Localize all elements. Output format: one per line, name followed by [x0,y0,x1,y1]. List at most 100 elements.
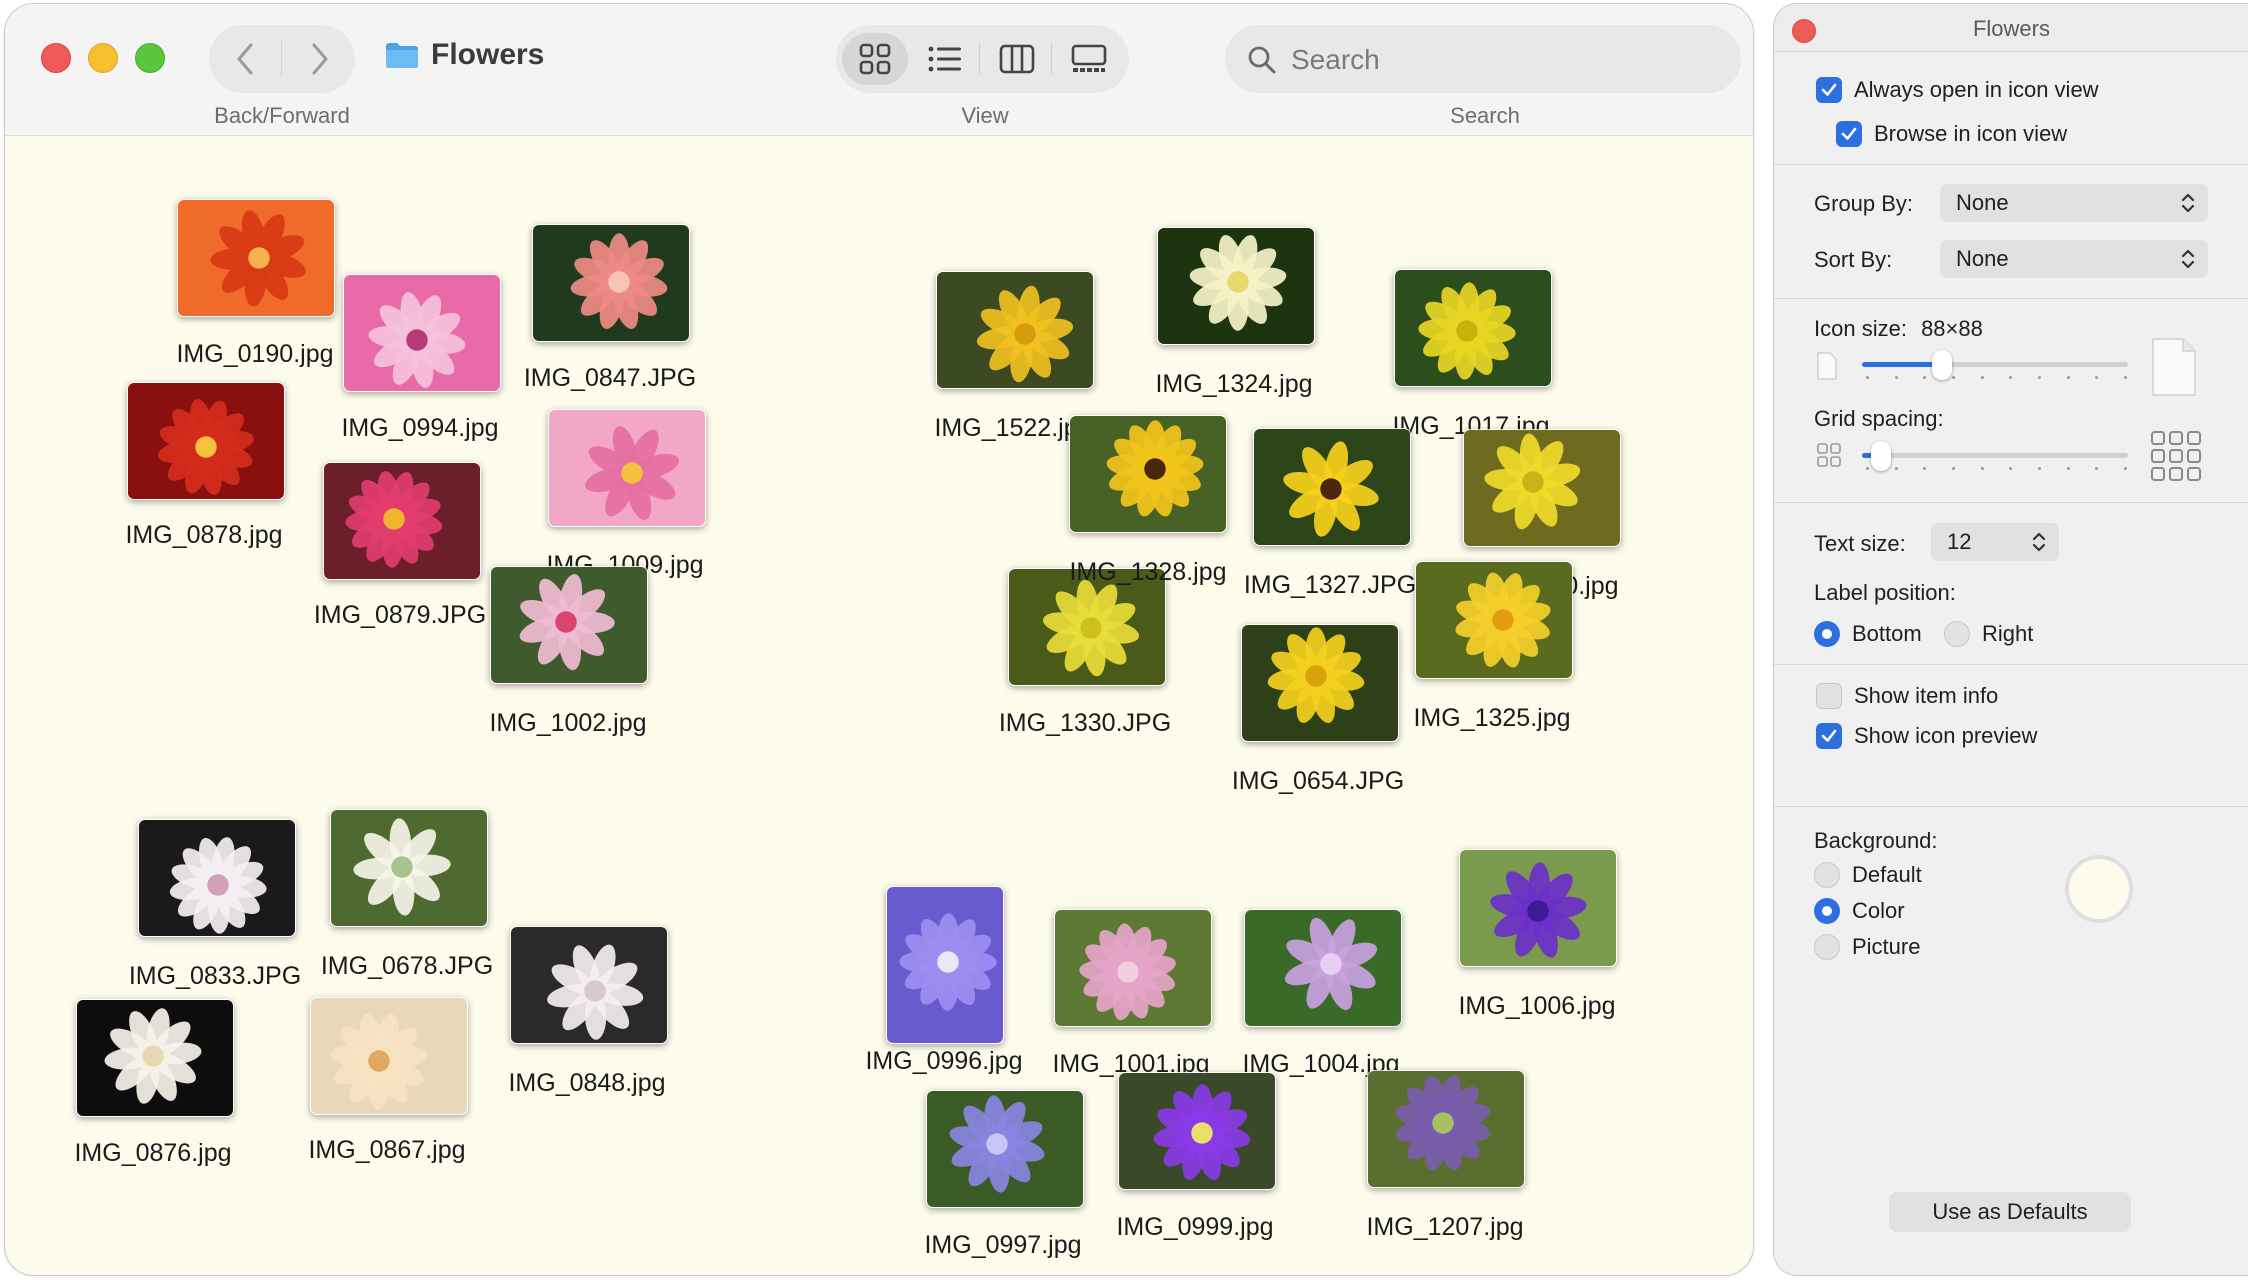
sort-by-popup[interactable]: None [1940,240,2208,278]
file-thumbnail[interactable] [1253,428,1411,546]
file-thumbnail[interactable] [532,224,690,342]
file-name-label[interactable]: IMG_0190.jpg [176,340,333,369]
file-thumbnail[interactable] [330,809,488,927]
file-thumbnail[interactable] [886,886,1004,1044]
file-thumbnail[interactable] [510,926,668,1044]
sort-by-label: Sort By: [1814,247,1893,272]
browse-in-checkbox[interactable]: Browse in icon view [1836,121,2067,147]
slider-tick [1923,376,1927,379]
file-name-label[interactable]: IMG_0999.jpg [1116,1213,1273,1242]
photo-preview-image [927,1091,1083,1207]
file-name-label[interactable]: IMG_1330.JPG [999,709,1171,738]
list-view-button[interactable] [912,33,978,85]
file-name-label[interactable]: IMG_1327.JPG [1244,571,1416,600]
slider-knob[interactable] [1870,441,1891,471]
file-thumbnail[interactable] [1241,624,1399,742]
file-name-label[interactable]: IMG_0867.jpg [308,1136,465,1165]
file-name-label[interactable]: IMG_0997.jpg [924,1231,1081,1260]
slider-fill [1862,362,1942,367]
file-thumbnail[interactable] [1069,415,1227,533]
file-thumbnail[interactable] [1054,909,1212,1027]
file-thumbnail[interactable] [343,274,501,392]
background-color-well[interactable] [2065,855,2133,923]
photo-preview-image [1460,850,1616,966]
minimize-window-button[interactable] [88,43,118,73]
label-position-bottom-text: Bottom [1852,621,1922,646]
file-name-label[interactable]: IMG_0847.JPG [524,364,696,393]
file-name-label[interactable]: IMG_0848.jpg [508,1069,665,1098]
icon-size-caption: Icon size: [1814,316,1907,341]
photo-preview-image [139,820,295,936]
file-name-label[interactable]: IMG_1325.jpg [1413,704,1570,733]
file-thumbnail[interactable] [1118,1072,1276,1190]
file-name-label[interactable]: IMG_0879.JPG [314,601,486,630]
photo-preview-image [178,200,334,316]
file-thumbnail[interactable] [936,271,1094,389]
checkbox-checked [1816,723,1842,749]
gallery-view-button[interactable] [1056,33,1122,85]
grid-icon [859,43,891,75]
file-thumbnail[interactable] [1459,849,1617,967]
search-field [1225,25,1741,93]
file-name-label[interactable]: IMG_1328.jpg [1069,558,1226,587]
file-thumbnail[interactable] [1367,1070,1525,1188]
file-name-label[interactable]: IMG_1006.jpg [1458,992,1615,1021]
file-thumbnail[interactable] [1394,269,1552,387]
slider-tick [2038,376,2041,379]
show-item-info-checkbox[interactable]: Show item info [1816,683,1998,709]
forward-button[interactable] [282,25,355,93]
back-button[interactable] [209,25,282,93]
file-thumbnail[interactable] [1415,561,1573,679]
file-thumbnail[interactable] [323,462,481,580]
file-name-label[interactable]: IMG_1002.jpg [489,709,646,738]
file-name-label[interactable]: IMG_0994.jpg [341,414,498,443]
photo-preview-image [1119,1073,1275,1189]
always-open-checkbox[interactable]: Always open in icon view [1816,77,2099,103]
file-name-label[interactable]: IMG_0996.jpg [865,1047,1022,1076]
file-name-label[interactable]: IMG_0876.jpg [74,1139,231,1168]
background-default-radio[interactable]: Default [1814,862,1922,888]
background-label: Background: [1814,828,1938,853]
label-position-bottom-radio[interactable]: Bottom [1814,621,1922,647]
file-thumbnail[interactable] [548,409,706,527]
file-thumbnail[interactable] [138,819,296,937]
file-name-label[interactable]: IMG_1207.jpg [1366,1213,1523,1242]
photo-preview-image [1368,1071,1524,1187]
small-document-icon [1817,352,1837,380]
file-name-label[interactable]: IMG_1522.jpg [934,414,1091,443]
file-name-label[interactable]: IMG_0678.JPG [321,952,493,981]
file-thumbnail[interactable] [1463,429,1621,547]
file-thumbnail[interactable] [926,1090,1084,1208]
photo-preview-image [311,998,467,1114]
use-as-defaults-button[interactable]: Use as Defaults [1889,1192,2131,1232]
icon-view-button[interactable] [842,33,908,85]
file-thumbnail[interactable] [1244,909,1402,1027]
search-input[interactable] [1289,35,1723,85]
close-window-button[interactable] [41,43,71,73]
zoom-window-button[interactable] [135,43,165,73]
file-thumbnail[interactable] [127,382,285,500]
slider-knob[interactable] [1931,350,1952,380]
checkmark-icon [1841,127,1857,140]
file-name-label[interactable]: IMG_0654.JPG [1232,767,1404,796]
browse-in-label: Browse in icon view [1874,121,2068,146]
column-view-button[interactable] [984,33,1050,85]
file-name-label[interactable]: IMG_0833.JPG [129,962,301,991]
group-by-popup[interactable]: None [1940,184,2208,222]
file-thumbnail[interactable] [310,997,468,1115]
file-thumbnail[interactable] [177,199,335,317]
file-thumbnail[interactable] [1157,227,1315,345]
file-name-label[interactable]: IMG_1324.jpg [1155,370,1312,399]
up-down-chevron-icon [2181,193,2195,213]
slider-tick [2066,467,2070,470]
background-picture-radio[interactable]: Picture [1814,934,1920,960]
checkmark-icon [1821,729,1837,742]
photo-preview-image [491,567,647,683]
file-thumbnail[interactable] [490,566,648,684]
file-name-label[interactable]: IMG_0878.jpg [125,521,282,550]
label-position-right-radio[interactable]: Right [1944,621,2033,647]
file-thumbnail[interactable] [76,999,234,1117]
text-size-popup[interactable]: 12 [1931,523,2059,561]
background-color-radio[interactable]: Color [1814,898,1905,924]
show-icon-preview-checkbox[interactable]: Show icon preview [1816,723,2037,749]
